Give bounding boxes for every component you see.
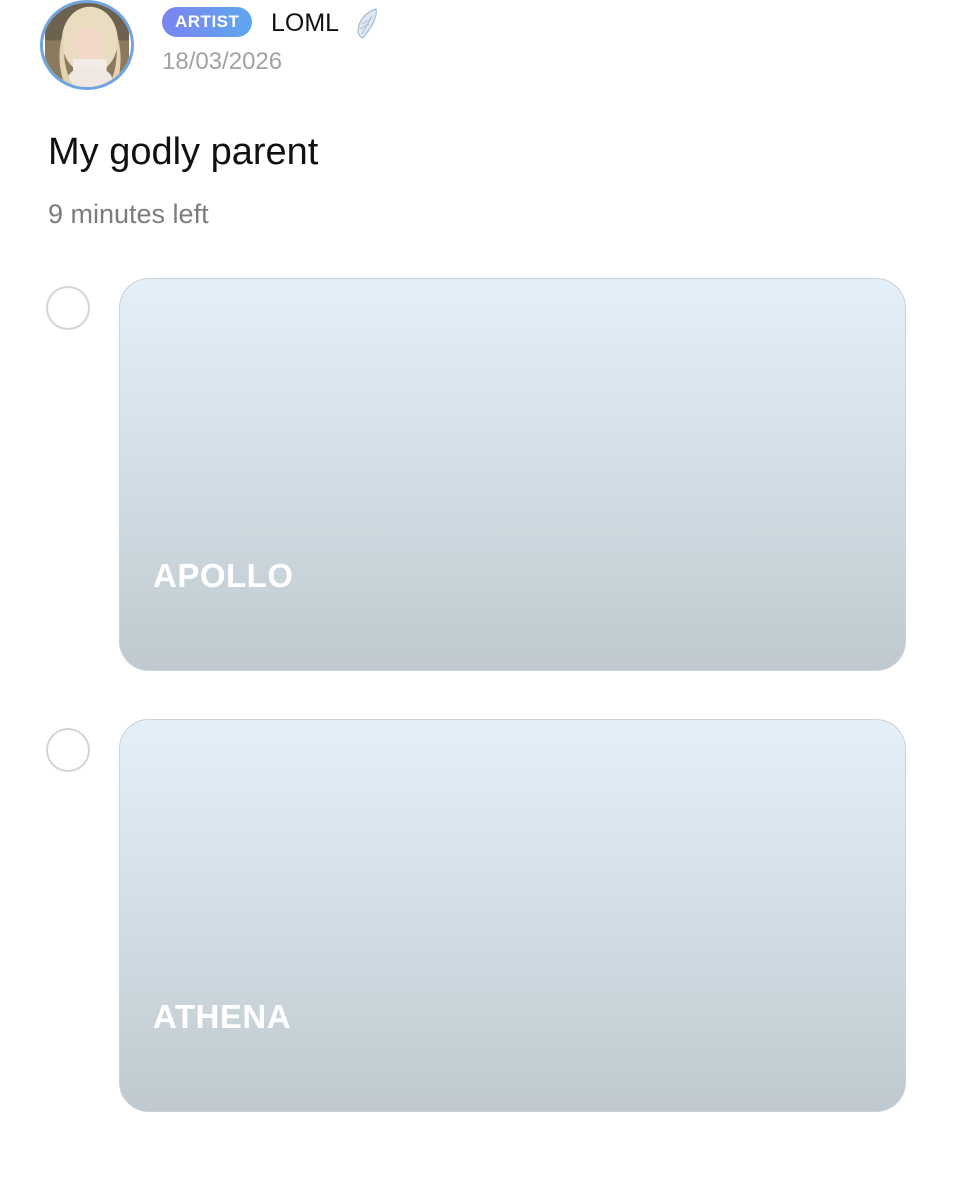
option-radio-apollo[interactable] [46,286,90,330]
option-radio-athena[interactable] [46,728,90,772]
poll-question: My godly parent [48,131,319,173]
username[interactable]: LOML [271,8,339,38]
avatar[interactable] [40,0,134,90]
option-label: ATHENA [153,998,292,1035]
poll-time-left: 9 minutes left [48,199,209,229]
artist-badge: ARTIST [162,7,253,37]
poll-option-apollo[interactable]: APOLLO [119,278,906,671]
poll-option-athena[interactable]: ATHENA [119,719,906,1112]
poll-post: ARTIST LOML 18/03/2026 My godly parent 9… [0,0,954,1200]
option-label: APOLLO [153,557,294,594]
wing-icon [354,6,382,40]
post-date: 18/03/2026 [162,48,283,75]
avatar-image [45,3,129,87]
